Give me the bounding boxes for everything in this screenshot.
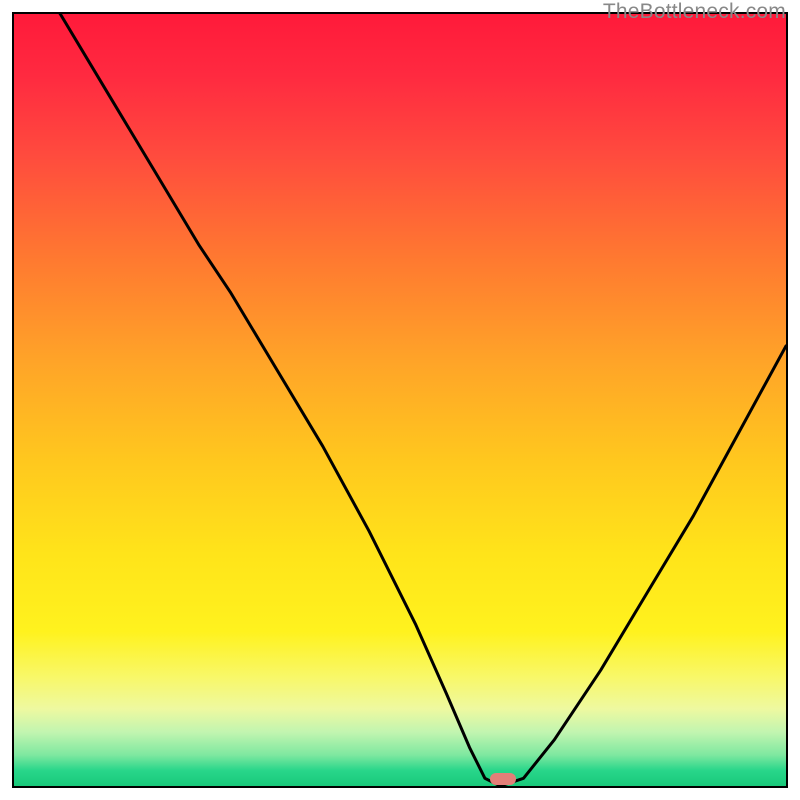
watermark-text: TheBottleneck.com [603,0,786,24]
plot-area [12,12,788,788]
optimal-point-marker [490,773,516,785]
chart-container: TheBottleneck.com [0,0,800,800]
bottleneck-curve [14,14,786,786]
